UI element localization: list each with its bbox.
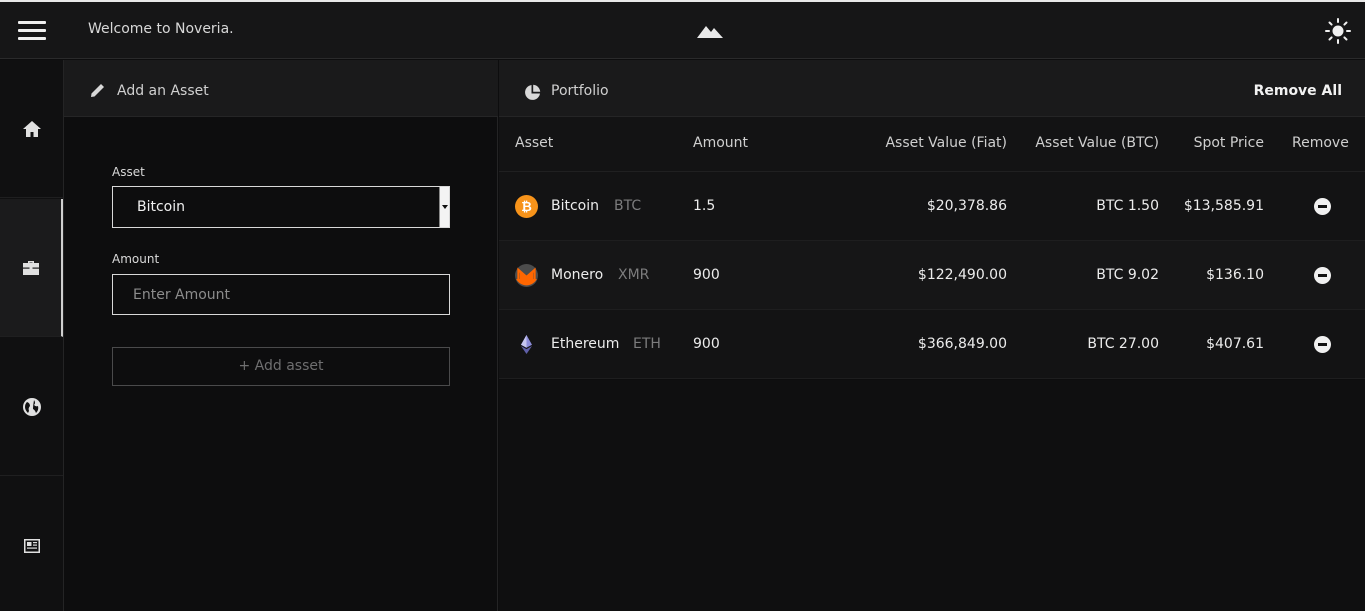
add-asset-header: Add an Asset	[64, 60, 498, 117]
remove-all-button[interactable]: Remove All	[1254, 83, 1342, 99]
briefcase-icon	[22, 260, 39, 275]
top-bar: Welcome to Noveria.	[0, 2, 1365, 59]
asset-value-fiat: $366,849.00	[917, 336, 1007, 352]
spot-price: $13,585.91	[1183, 198, 1264, 214]
table-empty-area	[499, 380, 1365, 611]
remove-row-button[interactable]	[1314, 198, 1331, 215]
asset-symbol: ETH	[633, 336, 661, 352]
sidebar-item-news[interactable]	[0, 477, 63, 611]
spot-price: $407.61	[1206, 336, 1264, 352]
monero-icon	[515, 264, 538, 287]
spot-price: $136.10	[1206, 267, 1264, 283]
globe-icon	[22, 397, 41, 416]
table-header: Asset Amount Asset Value (Fiat) Asset Va…	[499, 117, 1365, 172]
add-asset-title: Add an Asset	[117, 83, 209, 99]
sidebar-item-home[interactable]	[0, 60, 63, 198]
hamburger-menu-icon[interactable]	[0, 2, 64, 59]
column-header-remove: Remove	[1292, 135, 1349, 151]
column-header-spot: Spot Price	[1193, 135, 1264, 151]
asset-symbol: XMR	[618, 267, 650, 283]
asset-value-fiat: $20,378.86	[926, 198, 1007, 214]
amount-input[interactable]	[112, 274, 450, 315]
chevron-down-icon[interactable]	[439, 187, 449, 227]
portfolio-title: Portfolio	[551, 83, 609, 99]
asset-name: Bitcoin	[551, 198, 600, 214]
pie-chart-icon	[525, 84, 541, 100]
asset-value-btc: BTC 1.50	[1096, 198, 1159, 214]
asset-label: Asset	[112, 165, 145, 179]
asset-value-btc: BTC 9.02	[1096, 267, 1159, 283]
portfolio-table: Asset Amount Asset Value (Fiat) Asset Va…	[499, 117, 1365, 379]
home-icon	[22, 120, 41, 137]
portfolio-header: Portfolio Remove All	[499, 60, 1365, 117]
asset-symbol: BTC	[614, 198, 642, 214]
asset-value-fiat: $122,490.00	[917, 267, 1007, 283]
remove-row-button[interactable]	[1314, 336, 1331, 353]
remove-row-button[interactable]	[1314, 267, 1331, 284]
asset-amount: 900	[693, 267, 720, 283]
svg-text:₿: ₿	[521, 200, 532, 215]
column-header-amount: Amount	[693, 135, 749, 151]
asset-name: Ethereum	[551, 336, 620, 352]
table-row: Ethereum ETH 900 $366,849.00 BTC 27.00 $…	[499, 310, 1365, 379]
amount-label: Amount	[112, 252, 160, 266]
column-header-btc: Asset Value (BTC)	[1035, 135, 1159, 151]
column-header-fiat: Asset Value (Fiat)	[885, 135, 1007, 151]
mountain-logo-icon	[697, 26, 723, 38]
bitcoin-icon: ₿	[515, 195, 538, 218]
welcome-text: Welcome to Noveria.	[88, 21, 234, 37]
column-header-asset: Asset	[515, 135, 554, 151]
table-row: ₿ Bitcoin BTC 1.5 $20,378.86 BTC 1.50 $1…	[499, 172, 1365, 241]
sidebar-item-markets[interactable]	[0, 338, 63, 476]
asset-value-btc: BTC 27.00	[1087, 336, 1159, 352]
asset-select[interactable]: Bitcoin	[112, 186, 450, 228]
asset-amount: 900	[693, 336, 720, 352]
sidebar	[0, 60, 64, 611]
news-icon	[23, 538, 40, 553]
asset-name: Monero	[551, 267, 604, 283]
app-window: Welcome to Noveria. Add an Asset Asset B…	[0, 0, 1365, 611]
asset-amount: 1.5	[693, 198, 716, 214]
pencil-icon	[91, 84, 104, 97]
sidebar-item-portfolio[interactable]	[0, 199, 63, 337]
table-row: Monero XMR 900 $122,490.00 BTC 9.02 $136…	[499, 241, 1365, 310]
sun-icon[interactable]	[1324, 17, 1352, 45]
ethereum-icon	[521, 335, 532, 354]
asset-select-value: Bitcoin	[137, 199, 186, 215]
add-asset-form: Asset Bitcoin Amount + Add asset	[64, 117, 498, 611]
add-asset-button[interactable]: + Add asset	[112, 347, 450, 386]
